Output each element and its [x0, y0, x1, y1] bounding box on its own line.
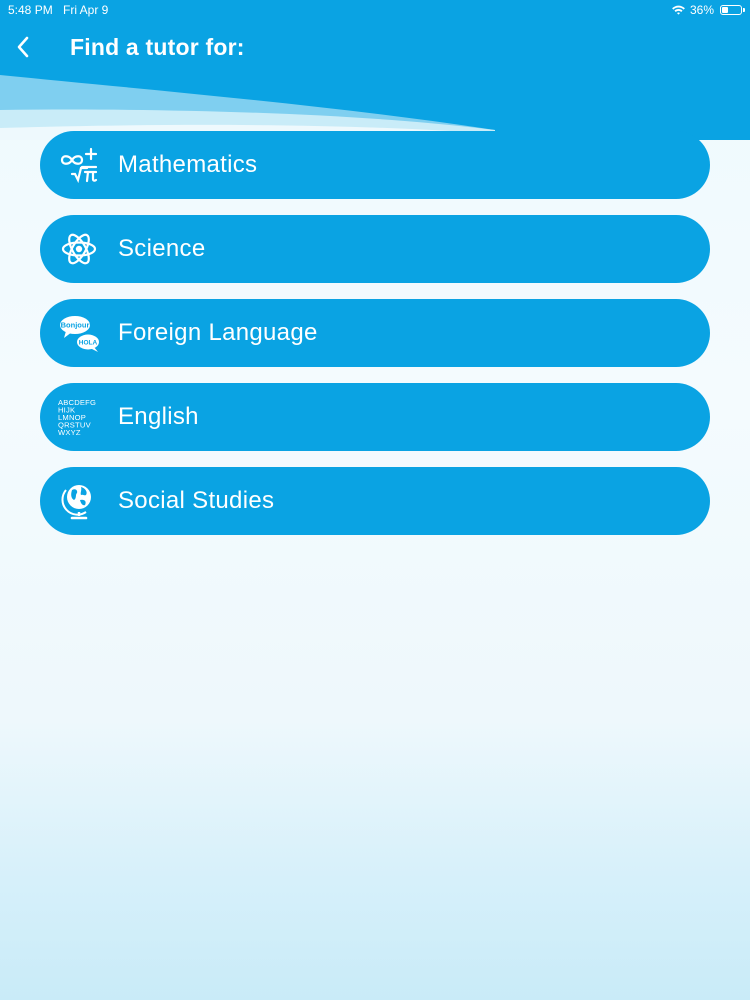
subject-label: Foreign Language: [118, 319, 318, 346]
alphabet-icon: ABCDEFG HIJK LMNOP QRSTUV WXYZ: [58, 397, 100, 437]
status-date: Fri Apr 9: [63, 3, 109, 17]
subject-label: English: [118, 403, 199, 430]
hola-bubble-text: HOLA: [79, 340, 98, 347]
subject-label: Social Studies: [118, 487, 275, 514]
back-button[interactable]: [8, 30, 38, 64]
battery-percent: 36%: [689, 3, 714, 17]
speech-bubbles-icon: Bonjour HOLA: [58, 313, 100, 353]
bonjour-bubble-text: Bonjour: [61, 321, 90, 330]
status-time: 5:48 PM: [8, 3, 53, 17]
header-wave-decoration: [0, 75, 750, 140]
subject-english-button[interactable]: ABCDEFG HIJK LMNOP QRSTUV WXYZ English: [40, 383, 710, 451]
math-symbols-icon: [58, 145, 100, 185]
battery-level: [722, 7, 728, 13]
subject-mathematics-button[interactable]: Mathematics: [40, 131, 710, 199]
header-bar: [0, 0, 750, 140]
subject-list: Mathematics Science Bonjour HOLA Foreign…: [40, 131, 710, 551]
globe-icon: [58, 481, 100, 521]
battery-icon: [720, 5, 745, 15]
subject-label: Mathematics: [118, 151, 258, 178]
page-title: Find a tutor for:: [70, 34, 245, 60]
atom-icon: [58, 229, 100, 269]
status-indicators: 36%: [671, 0, 745, 20]
subject-label: Science: [118, 235, 206, 262]
subject-foreign-language-button[interactable]: Bonjour HOLA Foreign Language: [40, 299, 710, 367]
chevron-left-icon: [17, 36, 29, 58]
subject-social-studies-button[interactable]: Social Studies: [40, 467, 710, 535]
alphabet-line: WXYZ: [58, 428, 81, 437]
status-bar: 5:48 PM Fri Apr 9 36%: [0, 0, 750, 20]
subject-science-button[interactable]: Science: [40, 215, 710, 283]
wifi-icon: [672, 5, 685, 15]
